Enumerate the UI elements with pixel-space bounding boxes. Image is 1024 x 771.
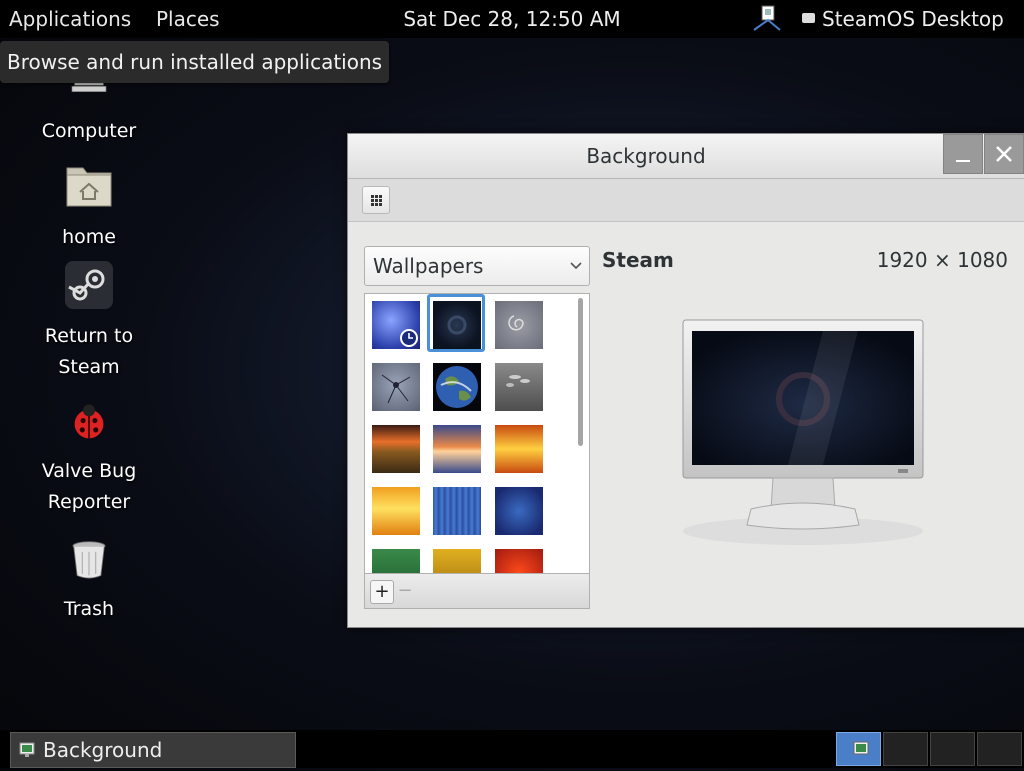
window-title: Background — [586, 144, 706, 168]
close-button[interactable] — [984, 134, 1024, 174]
thumbnail-earth[interactable] — [433, 363, 481, 411]
desktop-icon-valve-bug-reporter[interactable]: Valve Bug Reporter — [18, 402, 160, 518]
bottom-panel: Background — [0, 730, 1024, 768]
grid-icon — [371, 195, 382, 206]
desktop-icon-label-line2: Reporter — [47, 491, 131, 513]
close-icon — [996, 146, 1012, 162]
taskbar-item-label: Background — [43, 738, 163, 762]
wallpaper-thumbnail-list[interactable] — [364, 293, 590, 574]
steamos-desktop-label: SteamOS Desktop — [822, 7, 1004, 31]
desktop-icon-label: Trash — [63, 598, 115, 620]
droplets-icon — [506, 375, 530, 387]
wallpaper-list-toolbar: + − — [364, 573, 590, 609]
folder-home-icon — [66, 167, 112, 207]
desktop-icon-label: Computer — [41, 120, 137, 142]
workspace-switcher — [836, 732, 1022, 766]
thumbnail-green[interactable] — [372, 549, 420, 574]
thumbnail-blue-clock[interactable] — [372, 301, 420, 349]
add-wallpaper-button[interactable]: + — [370, 580, 394, 604]
workspace-3[interactable] — [930, 732, 975, 766]
desktop-icon-trash[interactable]: Trash — [18, 540, 160, 625]
clock[interactable]: Sat Dec 28, 12:50 AM — [403, 7, 620, 31]
workspace-4[interactable] — [977, 732, 1022, 766]
workspace-2[interactable] — [883, 732, 928, 766]
wallpaper-source-value: Wallpapers — [373, 254, 484, 278]
desktop-icon-label-line1: Valve Bug — [41, 460, 137, 482]
titlebar[interactable]: Background — [348, 134, 1024, 179]
trash-icon — [72, 541, 106, 579]
preview-wallpaper-name: Steam — [602, 248, 674, 272]
crack-icon — [381, 374, 411, 404]
desktop-icon-return-to-steam[interactable]: Return to Steam — [18, 259, 160, 383]
taskbar-item-background[interactable]: Background — [10, 732, 296, 768]
remove-wallpaper-button[interactable]: − — [394, 580, 416, 602]
scrollbar-thumb[interactable] — [578, 298, 583, 446]
desktop-icon-label-line2: Steam — [58, 356, 120, 378]
thumbnail-blue-stripes[interactable] — [433, 487, 481, 535]
steam-icon — [65, 261, 113, 309]
applications-tooltip: Browse and run installed applications — [0, 41, 390, 83]
minimize-button[interactable] — [943, 134, 983, 174]
thumbnail-grey-swirl[interactable] — [495, 301, 543, 349]
steamos-desktop-switch[interactable]: SteamOS Desktop — [802, 0, 1004, 38]
swirl-icon — [508, 315, 524, 331]
top-panel: Applications Places Sat Dec 28, 12:50 AM… — [0, 0, 1024, 38]
preview-resolution: 1920 × 1080 — [876, 248, 1008, 272]
background-window: Background Wallpapers + − Steam 1920 × 1… — [347, 133, 1024, 628]
network-icon[interactable] — [752, 4, 782, 34]
chevron-down-icon — [570, 262, 582, 270]
display-settings-icon — [19, 742, 35, 757]
window-thumbnail-icon — [853, 741, 869, 755]
clock-icon — [400, 329, 418, 347]
applications-menu[interactable]: Applications — [9, 0, 131, 38]
thumbnail-orange-flare[interactable] — [495, 425, 543, 473]
chat-bubble-icon — [802, 13, 815, 23]
toolbar — [348, 179, 1024, 222]
thumbnail-blue-texture[interactable] — [495, 487, 543, 535]
desktop-icon-computer[interactable]: Computer — [18, 71, 160, 147]
thumbnail-yellow-orange[interactable] — [372, 487, 420, 535]
wallpaper-source-select[interactable]: Wallpapers — [364, 246, 590, 286]
show-apps-button[interactable] — [362, 186, 390, 214]
places-menu[interactable]: Places — [156, 0, 220, 38]
ladybug-icon — [74, 404, 104, 439]
desktop-icon-label-line1: Return to — [44, 325, 134, 347]
earth-icon — [436, 366, 478, 408]
thumbnail-cracked-glass[interactable] — [372, 363, 420, 411]
thumbnail-sunset-field[interactable] — [372, 425, 420, 473]
thumbnail-grey-droplets[interactable] — [495, 363, 543, 411]
thumbnail-steam-dark[interactable] — [433, 301, 481, 349]
thumbnail-red-flower[interactable] — [495, 549, 543, 574]
desktop-icon-label: home — [62, 226, 116, 248]
desktop-icon-home[interactable]: home — [18, 160, 160, 253]
minimize-icon — [956, 160, 970, 162]
thumbnail-orange-bokeh[interactable] — [433, 425, 481, 473]
workspace-1[interactable] — [836, 732, 881, 766]
steam-ring-icon — [447, 315, 467, 335]
thumbnail-yellow[interactable] — [433, 549, 481, 574]
monitor-preview — [682, 319, 924, 545]
